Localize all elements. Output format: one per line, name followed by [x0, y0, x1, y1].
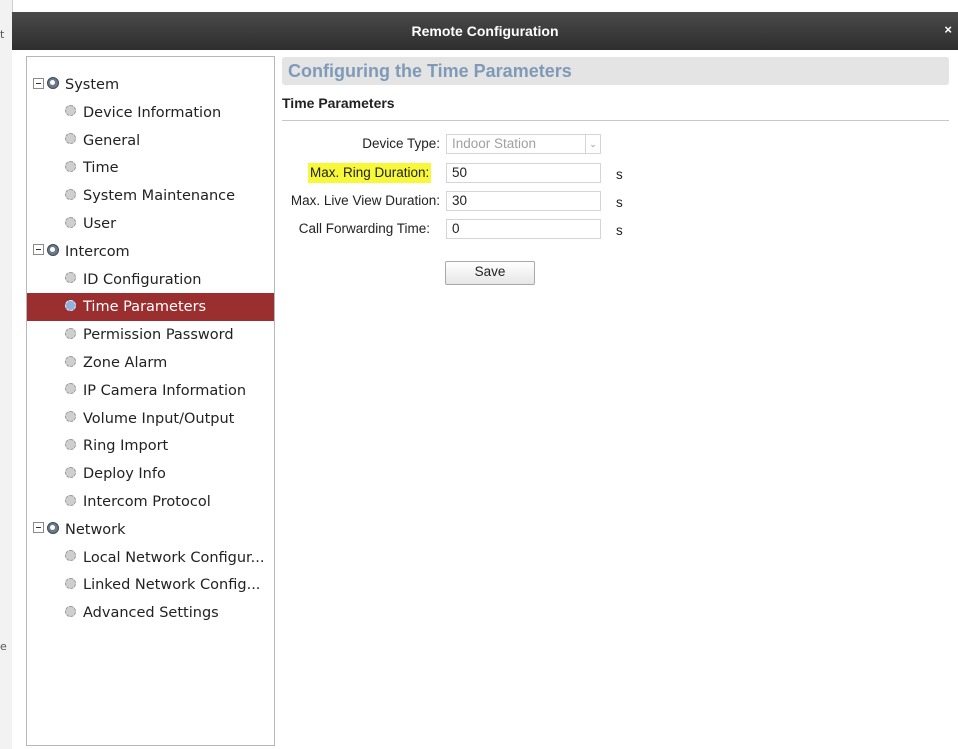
sidebar-group-network[interactable]: Network — [27, 516, 274, 544]
gear-icon — [65, 299, 76, 311]
sidebar-group-label: System — [65, 77, 120, 93]
device-type-value: Indoor Station — [452, 136, 537, 151]
sidebar-group-system[interactable]: System — [27, 71, 274, 99]
sidebar-item-time-parameters[interactable]: Time Parameters — [27, 293, 274, 322]
sidebar-item-label: Linked Network Config... — [83, 577, 261, 594]
gear-icon — [65, 494, 76, 506]
gear-icon — [65, 577, 76, 589]
sidebar-item-device-information[interactable]: Device Information — [27, 99, 274, 127]
gear-icon — [65, 133, 76, 145]
window-titlebar: Remote Configuration × — [12, 12, 958, 50]
max-ring-duration-label: Max. Ring Duration: — [308, 163, 432, 183]
sidebar-group-intercom[interactable]: Intercom — [27, 238, 274, 266]
max-ring-duration-unit: s — [616, 167, 623, 182]
sidebar-item-label: Intercom Protocol — [83, 494, 211, 510]
sidebar-item-linked-network-config[interactable]: Linked Network Config... — [27, 571, 274, 599]
sidebar-item-id-configuration[interactable]: ID Configuration — [27, 266, 274, 294]
gear-icon — [47, 521, 59, 534]
sidebar-group-label: Intercom — [65, 243, 130, 260]
sidebar-item-label: Local Network Configur... — [83, 549, 265, 566]
gear-icon — [65, 411, 76, 423]
gear-icon — [65, 550, 76, 562]
sidebar-item-label: Ring Import — [83, 438, 169, 455]
max-ring-duration-input[interactable]: 50 — [446, 163, 601, 183]
sidebar-item-label: User — [83, 216, 117, 232]
sidebar-item-intercom-protocol[interactable]: Intercom Protocol — [27, 488, 274, 516]
sidebar-item-label: Advanced Settings — [83, 605, 219, 622]
gear-icon — [47, 243, 59, 256]
sidebar-item-advanced-settings[interactable]: Advanced Settings — [27, 599, 274, 627]
gear-icon — [65, 355, 76, 367]
gear-icon — [65, 272, 76, 284]
gear-icon — [65, 216, 76, 228]
gear-icon — [65, 438, 76, 450]
section-title: Time Parameters — [282, 95, 395, 111]
sidebar-item-label: Zone Alarm — [83, 355, 168, 371]
max-live-view-duration-unit: s — [616, 195, 623, 210]
sidebar-item-general[interactable]: General — [27, 127, 274, 155]
call-forwarding-time-label: Call Forwarding Time: — [298, 221, 430, 236]
sidebar-item-permission-password[interactable]: Permission Password — [27, 321, 274, 349]
gear-icon — [65, 188, 76, 200]
collapse-toggle-icon[interactable] — [33, 522, 44, 534]
sidebar-item-label: System Maintenance — [83, 188, 236, 205]
sidebar-item-label: IP Camera Information — [83, 382, 247, 399]
section-divider — [282, 120, 949, 121]
sidebar-item-ring-import[interactable]: Ring Import — [27, 432, 274, 460]
window-title: Remote Configuration — [411, 23, 559, 39]
device-type-label: Device Type: — [362, 136, 440, 151]
call-forwarding-time-input[interactable]: 0 — [446, 219, 601, 239]
gear-icon — [65, 160, 76, 172]
collapse-toggle-icon[interactable] — [33, 77, 44, 89]
sidebar-item-label: Volume Input/Output — [83, 410, 235, 427]
gear-icon — [65, 383, 76, 395]
background-edge-char: t — [0, 28, 5, 41]
page-title: Configuring the Time Parameters — [288, 61, 572, 81]
save-button[interactable]: Save — [445, 261, 535, 285]
device-type-select[interactable]: Indoor Station ⌄ — [446, 134, 601, 154]
collapse-toggle-icon[interactable] — [33, 244, 44, 256]
sidebar-item-volume-input-output[interactable]: Volume Input/Output — [27, 405, 274, 433]
close-icon[interactable]: × — [944, 12, 952, 48]
sidebar-item-zone-alarm[interactable]: Zone Alarm — [27, 349, 274, 377]
panel-header: Configuring the Time Parameters — [282, 57, 949, 85]
remote-configuration-dialog: Remote Configuration × System Device Info… — [12, 12, 958, 749]
gear-icon — [65, 466, 76, 478]
sidebar-item-label: Permission Password — [83, 327, 234, 344]
sidebar-item-local-network-configur[interactable]: Local Network Configur... — [27, 544, 274, 572]
sidebar-group-label: Network — [65, 521, 126, 538]
config-tree-sidebar: System Device Information General Time Syste… — [26, 56, 275, 746]
sidebar-item-label: Device Information — [83, 104, 222, 121]
sidebar-item-label: Time Parameters — [83, 299, 207, 316]
sidebar-item-time[interactable]: Time — [27, 154, 274, 182]
gear-icon — [65, 327, 76, 339]
background-edge-char: e — [0, 640, 7, 653]
sidebar-item-user[interactable]: User — [27, 210, 274, 238]
max-live-view-duration-label: Max. Live View Duration: — [290, 193, 440, 208]
chevron-down-icon[interactable]: ⌄ — [585, 135, 600, 153]
gear-icon — [65, 105, 76, 117]
sidebar-item-label: Deploy Info — [83, 466, 166, 483]
sidebar-item-label: Time — [83, 160, 119, 177]
gear-icon — [65, 605, 76, 617]
sidebar-item-ip-camera-information[interactable]: IP Camera Information — [27, 377, 274, 405]
sidebar-item-system-maintenance[interactable]: System Maintenance — [27, 182, 274, 210]
sidebar-item-deploy-info[interactable]: Deploy Info — [27, 460, 274, 488]
sidebar-item-label: ID Configuration — [83, 271, 202, 288]
max-live-view-duration-input[interactable]: 30 — [446, 191, 601, 211]
sidebar-item-label: General — [83, 132, 141, 149]
call-forwarding-time-unit: s — [616, 223, 623, 238]
gear-icon — [47, 77, 59, 89]
